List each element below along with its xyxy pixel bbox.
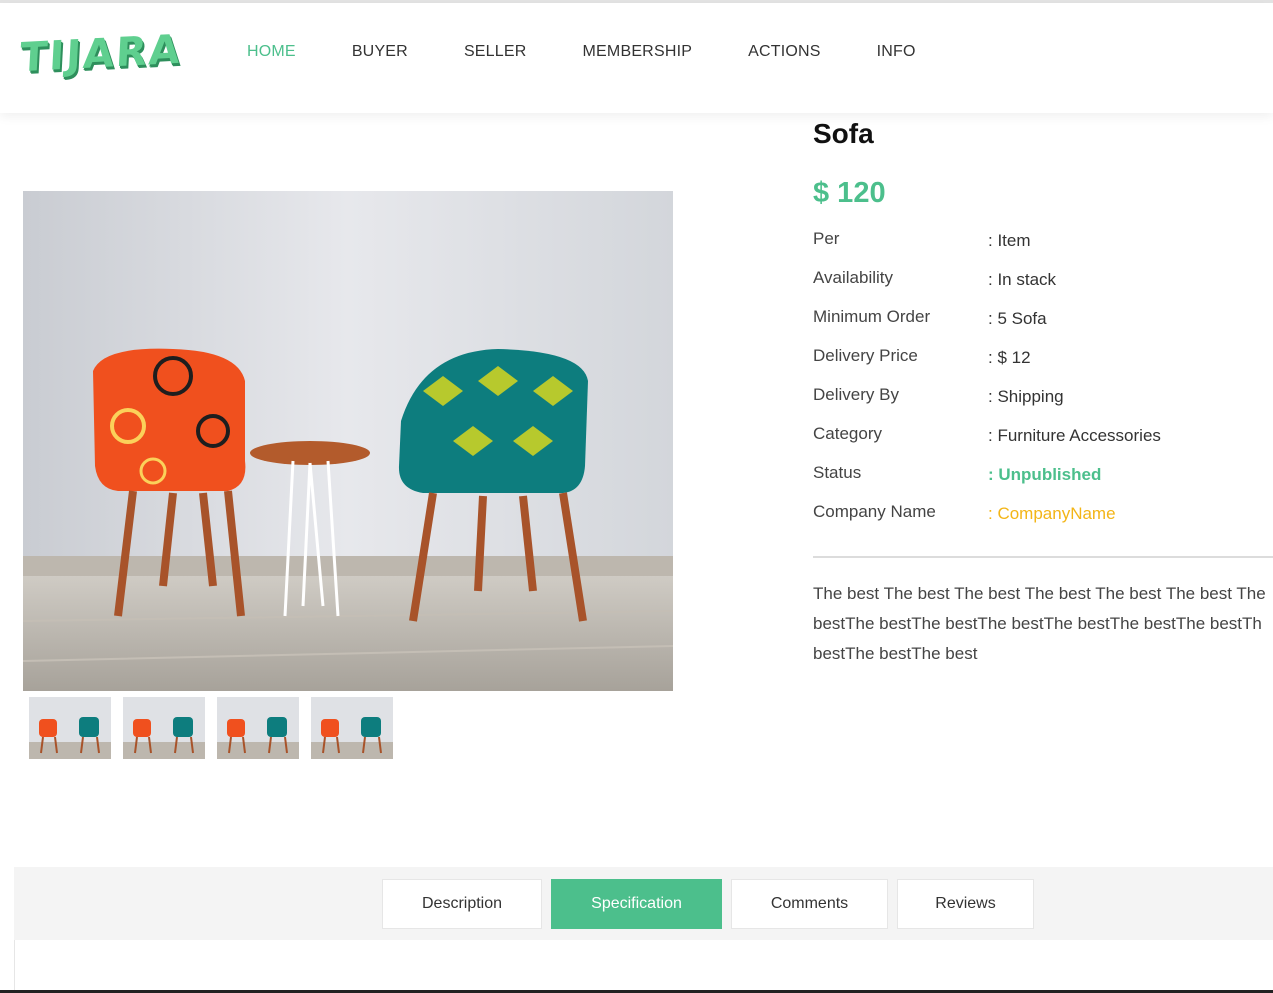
- spec-label: Category: [813, 424, 882, 443]
- product-tabs: Description Specification Comments Revie…: [14, 867, 1273, 940]
- thumbnail-4[interactable]: [311, 697, 393, 759]
- nav-info[interactable]: INFO: [877, 43, 916, 61]
- tab-comments[interactable]: Comments: [731, 879, 888, 929]
- status-badge: : Unpublished: [988, 465, 1102, 484]
- product-main-image[interactable]: [23, 191, 673, 691]
- divider: [813, 556, 1273, 558]
- spec-row-per: Per : Item: [813, 229, 1273, 268]
- product-description: The best The best The best The best The …: [813, 579, 1273, 669]
- spec-label: Minimum Order: [813, 307, 931, 326]
- description-line: bestThe bestThe bestThe bestThe bestThe …: [813, 614, 1262, 633]
- tab-description[interactable]: Description: [382, 879, 542, 929]
- product-price: $ 120: [813, 177, 886, 209]
- spec-row-status: Status : Unpublished: [813, 463, 1273, 502]
- site-logo[interactable]: TIJARA: [19, 27, 183, 82]
- nav-membership[interactable]: MEMBERSHIP: [583, 43, 693, 61]
- spec-label: Availability: [813, 268, 894, 287]
- spec-row-availability: Availability : In stack: [813, 268, 1273, 307]
- thumbnail-2[interactable]: [123, 697, 205, 759]
- spec-row-category: Category : Furniture Accessories: [813, 424, 1273, 463]
- spec-label: Company Name: [813, 502, 936, 521]
- spec-label: Delivery Price: [813, 346, 918, 365]
- nav-buyer[interactable]: BUYER: [352, 43, 408, 61]
- tab-content-panel: [14, 940, 1273, 991]
- thumbnail-1[interactable]: [29, 697, 111, 759]
- spec-row-delivery-by: Delivery By : Shipping: [813, 385, 1273, 424]
- spec-row-company-name: Company Name : CompanyName: [813, 502, 1273, 541]
- description-line: bestThe bestThe best: [813, 644, 978, 663]
- spec-value: : Shipping: [988, 387, 1064, 406]
- thumbnail-3[interactable]: [217, 697, 299, 759]
- chairs-photo: [23, 191, 673, 691]
- tab-specification[interactable]: Specification: [551, 879, 722, 929]
- spec-value: : $ 12: [988, 348, 1031, 367]
- spec-label: Status: [813, 463, 862, 482]
- nav-seller[interactable]: SELLER: [464, 43, 527, 61]
- tab-reviews[interactable]: Reviews: [897, 879, 1034, 929]
- company-name-link[interactable]: : CompanyName: [988, 504, 1116, 524]
- product-title: Sofa: [813, 118, 874, 149]
- nav-actions[interactable]: ACTIONS: [748, 43, 821, 61]
- spec-row-minimum-order: Minimum Order : 5 Sofa: [813, 307, 1273, 346]
- spec-value: : Item: [988, 231, 1031, 250]
- site-header: TIJARA HOME BUYER SELLER MEMBERSHIP ACTI…: [0, 3, 1273, 113]
- product-specs: Per : Item Availability : In stack Minim…: [813, 229, 1273, 541]
- nav-home[interactable]: HOME: [247, 43, 296, 61]
- spec-value: : Furniture Accessories: [988, 426, 1161, 445]
- spec-label: Per: [813, 229, 840, 248]
- main-nav: HOME BUYER SELLER MEMBERSHIP ACTIONS INF…: [247, 43, 972, 61]
- spec-label: Delivery By: [813, 385, 899, 404]
- spec-value: : In stack: [988, 270, 1057, 289]
- description-line: The best The best The best The best The …: [813, 584, 1266, 603]
- spec-row-delivery-price: Delivery Price : $ 12: [813, 346, 1273, 385]
- spec-value: : 5 Sofa: [988, 309, 1047, 328]
- thumbnail-strip: [29, 697, 405, 759]
